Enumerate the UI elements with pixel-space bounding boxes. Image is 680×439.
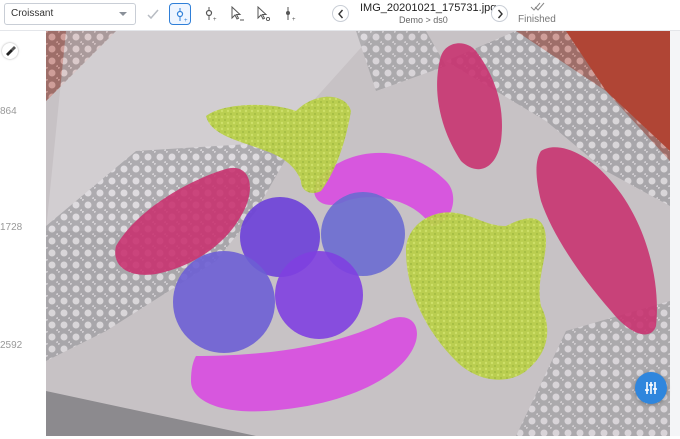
sliders-icon [645,382,657,394]
ruler-tick: 864 [0,106,17,117]
add-keypoint-tool-button[interactable]: + [278,3,300,25]
pointer-remove-icon [231,6,244,21]
next-image-button[interactable] [491,5,508,22]
left-ruler: 864 1728 2592 [0,31,46,439]
previous-image-button[interactable] [332,5,349,22]
keypoint-add-icon: + [176,8,188,23]
confirm-tool-button[interactable] [142,3,164,25]
remove-pointer-tool-button[interactable] [226,3,248,25]
image-filename: IMG_20201021_175731.jpg [360,2,497,14]
top-toolbar: Croissant + + + IMG_20201021_175731.jpg … [0,0,680,31]
chevron-down-icon [115,6,131,22]
settings-fab-button[interactable] [635,372,667,404]
svg-text:+: + [292,17,296,22]
svg-text:+: + [184,18,188,23]
add-positive-point-tool-button[interactable]: + [169,3,191,25]
ruler-tick: 1728 [0,222,23,233]
class-select[interactable]: Croissant [4,3,136,25]
vertical-scrollbar[interactable] [670,31,680,436]
chevron-right-icon [497,9,503,19]
breadcrumb: Demo > ds0 [399,15,448,25]
keypoint-select-icon [257,6,271,22]
status-label[interactable]: Finished [518,14,556,25]
svg-text:+: + [213,17,217,22]
keypoint-add-icon: + [205,7,217,22]
class-select-value: Croissant [11,8,54,19]
select-point-tool-button[interactable] [252,3,274,25]
annotated-image [46,31,670,436]
ruler-tick: 2592 [0,340,23,351]
apple-mask [173,251,275,353]
check-icon [147,9,159,20]
apple-mask [275,251,363,339]
chevron-left-icon [338,9,344,19]
keypoint-add-icon: + [286,7,296,22]
brush-icon[interactable] [2,43,18,59]
annotation-canvas[interactable] [46,31,670,436]
add-point-tool-button[interactable]: + [199,3,221,25]
